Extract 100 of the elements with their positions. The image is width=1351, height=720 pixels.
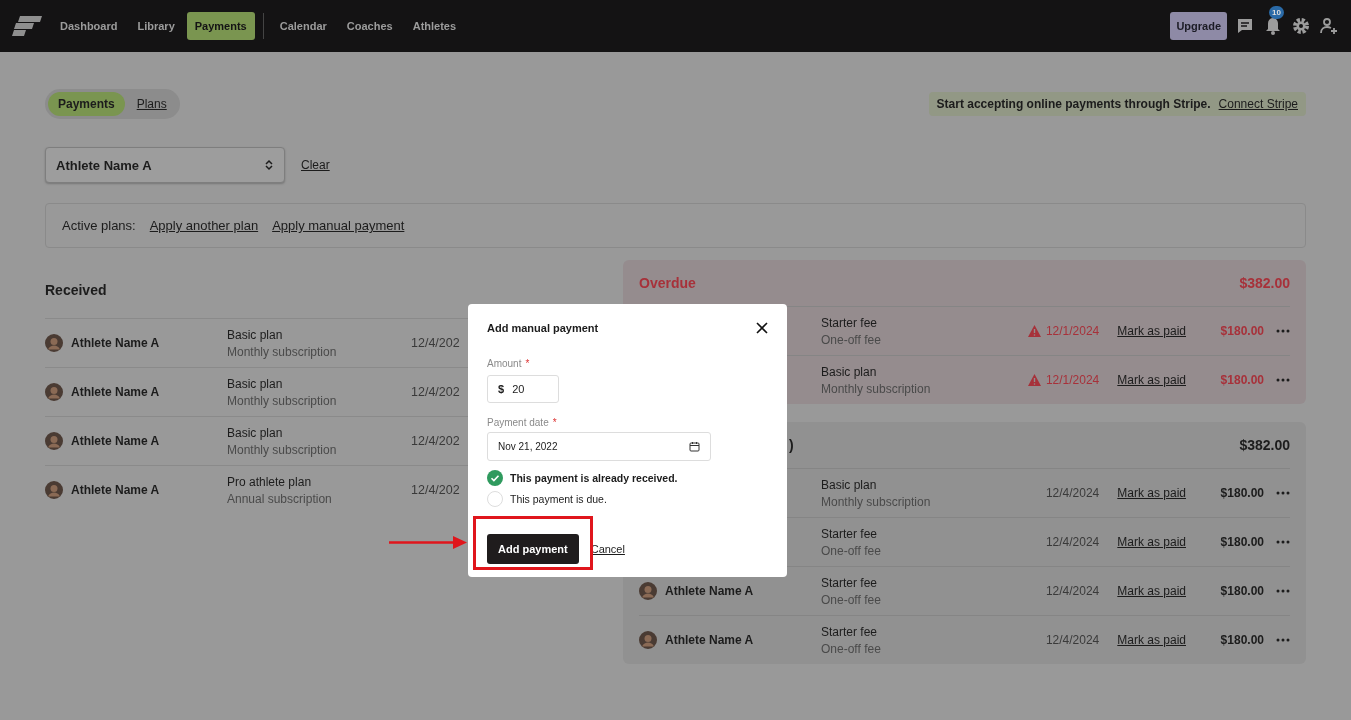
mark-as-paid-link[interactable]: Mark as paid [1117,373,1186,387]
card-total: $382.00 [1239,437,1290,453]
plan-name: Starter fee [821,575,879,590]
nav-item[interactable]: Dashboard [52,12,126,40]
user-add-icon[interactable] [1319,16,1339,36]
nav-item[interactable]: Payments [186,12,255,40]
more-icon[interactable] [1276,589,1290,593]
section-title: Received [45,282,108,300]
active-plans-label: Active plans: [62,218,136,233]
nav-item[interactable]: Athletes [404,12,465,40]
plan-name: Starter fee [821,315,879,330]
banner-message: Start accepting online payments through Stripe. [936,97,1211,111]
message-icon[interactable] [1235,16,1255,36]
plan-name: Basic plan [227,376,284,391]
plan-name: Starter fee [821,526,879,541]
payment-amount: $180.00 [1219,486,1264,500]
payment-amount: $180.00 [1219,373,1264,387]
plan-name: Basic plan [821,477,878,492]
card-total: $382.00 [1239,275,1290,291]
plan-link[interactable]: Apply manual payment [272,218,405,233]
nav-item[interactable]: Calendar [271,12,335,40]
athlete-name: Athlete Name A [71,483,160,497]
currency-symbol: $ [498,383,505,395]
avatar-icon [45,334,63,352]
avatar-icon [45,383,63,401]
nav-item[interactable]: Coaches [338,12,401,40]
athlete-name: Athlete Name A [71,385,160,399]
logo-icon[interactable] [12,16,42,36]
required-mark: * [552,417,557,428]
settings-icon[interactable] [1291,16,1311,36]
toggle-tab[interactable]: Payments [48,92,125,116]
plan-name: Basic plan [227,425,284,440]
plan-name: Pro athlete plan [227,474,313,489]
avatar-icon [639,631,657,649]
plan-type: Monthly subscription [821,381,932,396]
chevron-icon [264,159,274,171]
option-label: This payment is due. [510,493,607,505]
payment-date: 12/4/202 [411,385,460,399]
more-icon[interactable] [1276,491,1290,495]
due-date: 12/1/2024 [1045,324,1100,338]
field-label: Payment date [487,417,549,428]
due-date: 12/4/2024 [1045,633,1100,647]
field-value: Nov 21, 2022 [498,441,558,452]
warning-icon [1027,325,1041,337]
mark-as-paid-link[interactable]: Mark as paid [1117,535,1186,549]
payment-date: 12/4/202 [411,434,460,448]
due-date: 12/4/2024 [1045,584,1100,598]
payment-amount: $180.00 [1219,535,1264,549]
plan-type: Annual subscription [227,491,333,506]
mark-as-paid-link[interactable]: Mark as paid [1117,633,1186,647]
due-date: 12/1/2024 [1045,373,1100,387]
athlete-select[interactable]: Athlete Name A [45,147,285,183]
toggle-tab[interactable]: Plans [126,92,177,116]
plan-type: One-off fee [821,592,882,607]
clear-link[interactable]: Clear [301,158,330,172]
athlete-name: Athlete Name A [71,434,160,448]
plan-type: One-off fee [821,543,882,558]
more-icon[interactable] [1276,540,1290,544]
avatar-icon [45,481,63,499]
payment-date: 12/4/202 [411,483,460,497]
more-icon[interactable] [1276,329,1290,333]
option-label: This payment is already received. [510,472,678,484]
athlete-name: Athlete Name A [665,633,754,647]
payment-amount: $180.00 [1219,633,1264,647]
radio-button[interactable] [487,491,503,507]
mark-as-paid-link[interactable]: Mark as paid [1117,324,1186,338]
mark-as-paid-link[interactable]: Mark as paid [1117,486,1186,500]
plan-type: Monthly subscription [227,442,338,457]
notification-badge: 10 [1269,6,1284,19]
calendar-icon[interactable] [689,441,700,452]
plan-name: Basic plan [821,364,878,379]
more-icon[interactable] [1276,378,1290,382]
plan-name: Basic plan [227,327,284,342]
required-mark: * [525,358,530,369]
more-icon[interactable] [1276,638,1290,642]
plan-type: Monthly subscription [821,494,932,509]
nav-item[interactable]: Library [129,12,183,40]
due-date: 12/4/2024 [1045,535,1100,549]
field-value: 20 [512,383,525,395]
plan-type: Monthly subscription [227,393,338,408]
due-date: 12/4/2024 [1045,486,1100,500]
payment-date: 12/4/202 [411,336,460,350]
athlete-name: Athlete Name A [665,584,754,598]
connect-stripe-link[interactable]: Connect Stripe [1218,97,1298,111]
plan-type: Monthly subscription [227,344,338,359]
mark-as-paid-link[interactable]: Mark as paid [1117,584,1186,598]
add-payment-button[interactable]: Add payment [487,534,579,564]
radio-button[interactable] [487,470,503,486]
warning-icon [1027,374,1041,386]
amount-field[interactable]: $ 20 [487,375,559,403]
plan-name: Starter fee [821,624,879,639]
plan-link[interactable]: Apply another plan [149,218,259,233]
dialog-title: Add manual payment [487,322,599,334]
card-title: ) [789,437,794,453]
upgrade-button[interactable]: Upgrade [1170,12,1227,40]
avatar-icon [45,432,63,450]
athlete-name: Athlete Name A [71,336,160,350]
date-field[interactable]: Nov 21, 2022 [487,432,711,461]
avatar-icon [639,582,657,600]
field-label: Amount [487,358,522,369]
